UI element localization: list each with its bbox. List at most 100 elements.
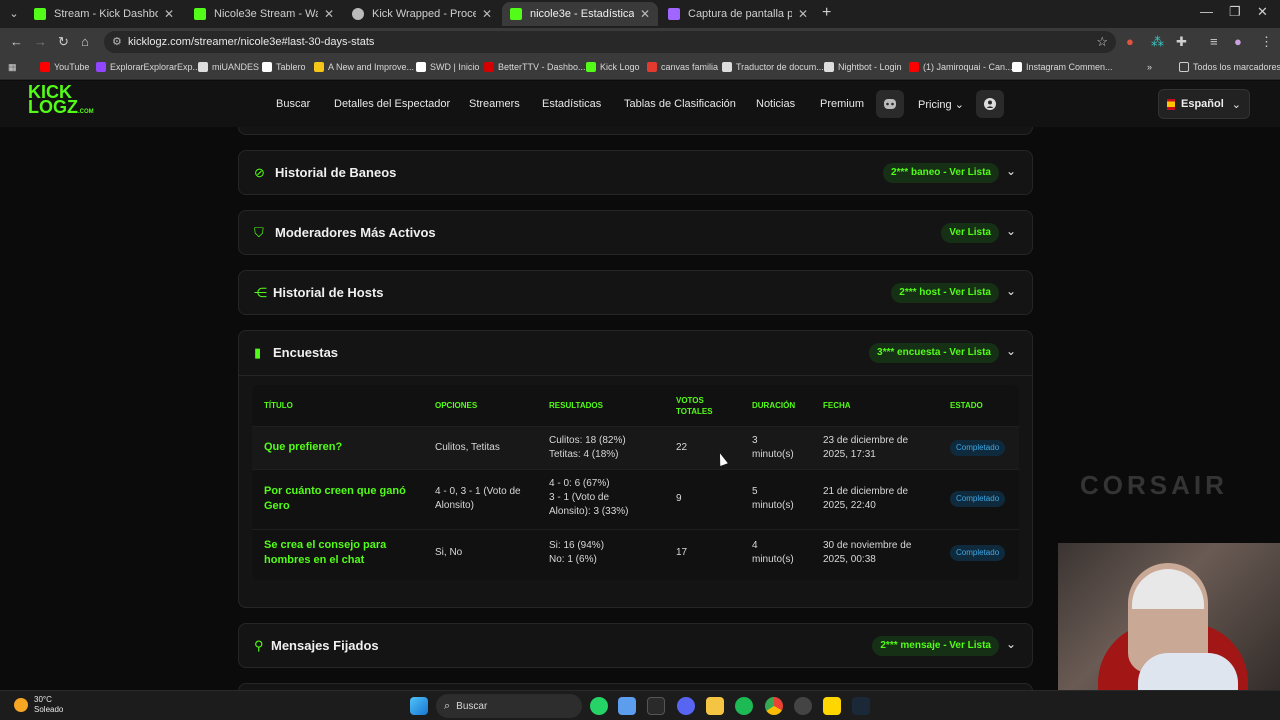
language-selector[interactable]: Español ⌄ bbox=[1158, 89, 1250, 119]
share-icon: ⋲ bbox=[254, 285, 267, 300]
user-account-button[interactable] bbox=[976, 90, 1004, 118]
bookmark-item[interactable]: SWD | Inicio bbox=[416, 62, 479, 72]
page-icon bbox=[198, 62, 208, 72]
nav-detalles-espectador[interactable]: Detalles del Espectador bbox=[334, 98, 450, 110]
ver-lista-fijados-button[interactable]: 2*** mensaje - Ver Lista bbox=[872, 636, 999, 656]
all-bookmarks-folder[interactable]: Todos los marcadores bbox=[1179, 62, 1280, 72]
taskbar-search[interactable]: ⌕ Buscar bbox=[436, 694, 582, 718]
nav-buscar[interactable]: Buscar bbox=[276, 98, 310, 110]
kicklogz-logo[interactable]: KICK LOGZ.COM bbox=[28, 83, 94, 121]
tab-list-icon[interactable]: ≡ bbox=[1210, 34, 1218, 49]
restore-icon[interactable]: ❐ bbox=[1229, 4, 1241, 20]
nav-noticias[interactable]: Noticias bbox=[756, 98, 795, 110]
weather-widget[interactable]: 30°C Soleado bbox=[14, 695, 63, 715]
close-tab-icon[interactable]: ✕ bbox=[798, 7, 808, 21]
poll-title[interactable]: Que prefieren? bbox=[264, 440, 342, 455]
section-historial-hosts[interactable]: ⋲ Historial de Hosts 2*** host - Ver Lis… bbox=[238, 270, 1033, 315]
tab-nicole3e-stream[interactable]: Nicole3e Stream - Watch Live o ✕ bbox=[186, 2, 342, 26]
tab-kicklogz-stats[interactable]: nicole3e - Estadísticas de Kick ✕ bbox=[502, 2, 658, 26]
file-explorer-icon[interactable] bbox=[706, 697, 724, 715]
tab-kick-dashboard[interactable]: Stream - Kick Dashboard ✕ bbox=[26, 2, 182, 26]
page-icon bbox=[262, 62, 272, 72]
tab-search-chevron-icon[interactable]: ⌄ bbox=[6, 6, 22, 22]
bookmark-item[interactable]: YouTube bbox=[40, 62, 89, 72]
nav-tablas-clasificacion[interactable]: Tablas de Clasificación bbox=[624, 98, 736, 110]
bookmark-item[interactable]: (1) Jamiroquai - Can... bbox=[909, 62, 1013, 72]
close-tab-icon[interactable]: ✕ bbox=[324, 7, 334, 21]
poll-title[interactable]: Por cuánto creen que ganó Gero bbox=[264, 484, 406, 514]
kicklogz-favicon-icon bbox=[510, 8, 522, 20]
extensions-puzzle-icon[interactable]: ✚ bbox=[1176, 34, 1187, 50]
bookmark-item[interactable]: canvas familia bbox=[647, 62, 718, 72]
close-window-icon[interactable]: ✕ bbox=[1257, 4, 1268, 20]
youtube-icon bbox=[40, 62, 50, 72]
site-settings-icon[interactable]: ⚙ bbox=[112, 35, 122, 48]
bookmark-star-icon[interactable]: ☆ bbox=[1096, 34, 1108, 50]
table-row: Que prefieren? Culitos, Tetitas Culitos:… bbox=[252, 426, 1019, 469]
steam-icon[interactable] bbox=[852, 697, 870, 715]
nav-pricing[interactable]: Pricing ⌄ bbox=[918, 98, 964, 111]
bookmark-item[interactable]: miUANDES bbox=[198, 62, 259, 72]
kick-icon bbox=[586, 62, 596, 72]
nav-estadisticas[interactable]: Estadísticas bbox=[542, 98, 601, 110]
ver-lista-moderadores-button[interactable]: Ver Lista bbox=[941, 223, 999, 243]
chrome-icon[interactable] bbox=[765, 697, 783, 715]
col-votos-totales: VOTOS TOTALES bbox=[676, 396, 713, 416]
close-tab-icon[interactable]: ✕ bbox=[640, 7, 650, 21]
bookmark-item[interactable]: ExplorarExplorarExp... bbox=[96, 62, 200, 72]
ver-lista-hosts-button[interactable]: 2*** host - Ver Lista bbox=[891, 283, 999, 303]
close-tab-icon[interactable]: ✕ bbox=[482, 7, 492, 21]
address-bar[interactable]: ⚙ kicklogz.com/streamer/nicole3e#last-30… bbox=[104, 31, 1116, 53]
chevron-down-icon[interactable]: ⌄ bbox=[1006, 637, 1016, 651]
section-historial-baneos[interactable]: ⊘ Historial de Baneos 2*** baneo - Ver L… bbox=[238, 150, 1033, 195]
more-bookmarks-chevron-icon[interactable]: » bbox=[1147, 62, 1152, 72]
chevron-down-icon[interactable]: ⌄ bbox=[1006, 284, 1016, 298]
xbox-icon[interactable] bbox=[647, 697, 665, 715]
extension-translate-icon[interactable]: ⁂ bbox=[1151, 34, 1164, 50]
ver-lista-baneos-button[interactable]: 2*** baneo - Ver Lista bbox=[882, 163, 999, 183]
profile-avatar-icon[interactable]: ● bbox=[1234, 34, 1242, 49]
section-moderadores[interactable]: ⛉ Moderadores Más Activos Ver Lista ⌄ bbox=[238, 210, 1033, 255]
discord-taskbar-icon[interactable] bbox=[677, 697, 695, 715]
bookmark-item[interactable]: Kick Logo bbox=[586, 62, 640, 72]
home-icon[interactable]: ⌂ bbox=[81, 34, 89, 49]
col-opciones: OPCIONES bbox=[435, 401, 478, 410]
extension-fox-icon[interactable]: ● bbox=[1126, 34, 1134, 49]
col-duracion: DURACIÓN bbox=[752, 401, 796, 410]
poll-title[interactable]: Se crea el consejo para hombres en el ch… bbox=[264, 538, 386, 568]
minimize-icon[interactable]: — bbox=[1200, 4, 1213, 19]
close-tab-icon[interactable]: ✕ bbox=[164, 7, 174, 21]
chevron-down-icon[interactable]: ⌄ bbox=[1006, 224, 1016, 238]
obs-icon[interactable] bbox=[794, 697, 812, 715]
back-arrow-icon[interactable]: ← bbox=[10, 34, 23, 49]
browser-toolbar: ← → ↻ ⌂ ⚙ kicklogz.com/streamer/nicole3e… bbox=[0, 28, 1280, 56]
page-icon bbox=[416, 62, 426, 72]
apps-grid-icon[interactable]: ▦ bbox=[8, 62, 17, 73]
chevron-up-icon[interactable]: ⌄ bbox=[1006, 344, 1016, 358]
tab-lightshot[interactable]: Captura de pantalla por Lightsh ✕ bbox=[660, 2, 816, 26]
bookmark-item[interactable]: Tablero bbox=[262, 62, 306, 72]
section-mensajes-fijados[interactable]: ⚲ Mensajes Fijados 2*** mensaje - Ver Li… bbox=[238, 623, 1033, 668]
spotify-icon[interactable] bbox=[735, 697, 753, 715]
windows-start-icon[interactable] bbox=[410, 697, 428, 715]
ver-lista-encuestas-button[interactable]: 3*** encuesta - Ver Lista bbox=[869, 343, 999, 363]
chevron-down-icon[interactable]: ⌄ bbox=[1006, 164, 1016, 178]
tab-kick-wrapped[interactable]: Kick Wrapped - Processing ✕ bbox=[344, 2, 500, 26]
bookmark-item[interactable]: A New and Improve... bbox=[314, 62, 414, 72]
whatsapp-icon[interactable] bbox=[590, 697, 608, 715]
discord-button[interactable] bbox=[876, 90, 904, 118]
url-text: kicklogz.com/streamer/nicole3e#last-30-d… bbox=[128, 36, 375, 48]
bookmark-item[interactable]: Instagram Commen... bbox=[1012, 62, 1113, 72]
reload-icon[interactable]: ↻ bbox=[58, 34, 69, 50]
nav-streamers[interactable]: Streamers bbox=[469, 98, 520, 110]
bookmark-item[interactable]: BetterTTV - Dashbo... bbox=[484, 62, 586, 72]
poll-date: 23 de diciembre de 2025, 17:31 bbox=[823, 435, 909, 460]
bookmark-item[interactable]: Traductor de docum... bbox=[722, 62, 824, 72]
kebab-menu-icon[interactable]: ⋮ bbox=[1260, 34, 1273, 50]
forward-arrow-icon[interactable]: → bbox=[34, 34, 47, 49]
bookmark-item[interactable]: Nightbot - Login bbox=[824, 62, 902, 72]
notepad-icon[interactable] bbox=[618, 697, 636, 715]
nav-premium[interactable]: Premium bbox=[820, 98, 864, 110]
new-tab-plus-icon[interactable]: + bbox=[822, 4, 831, 22]
sticky-notes-icon[interactable] bbox=[823, 697, 841, 715]
